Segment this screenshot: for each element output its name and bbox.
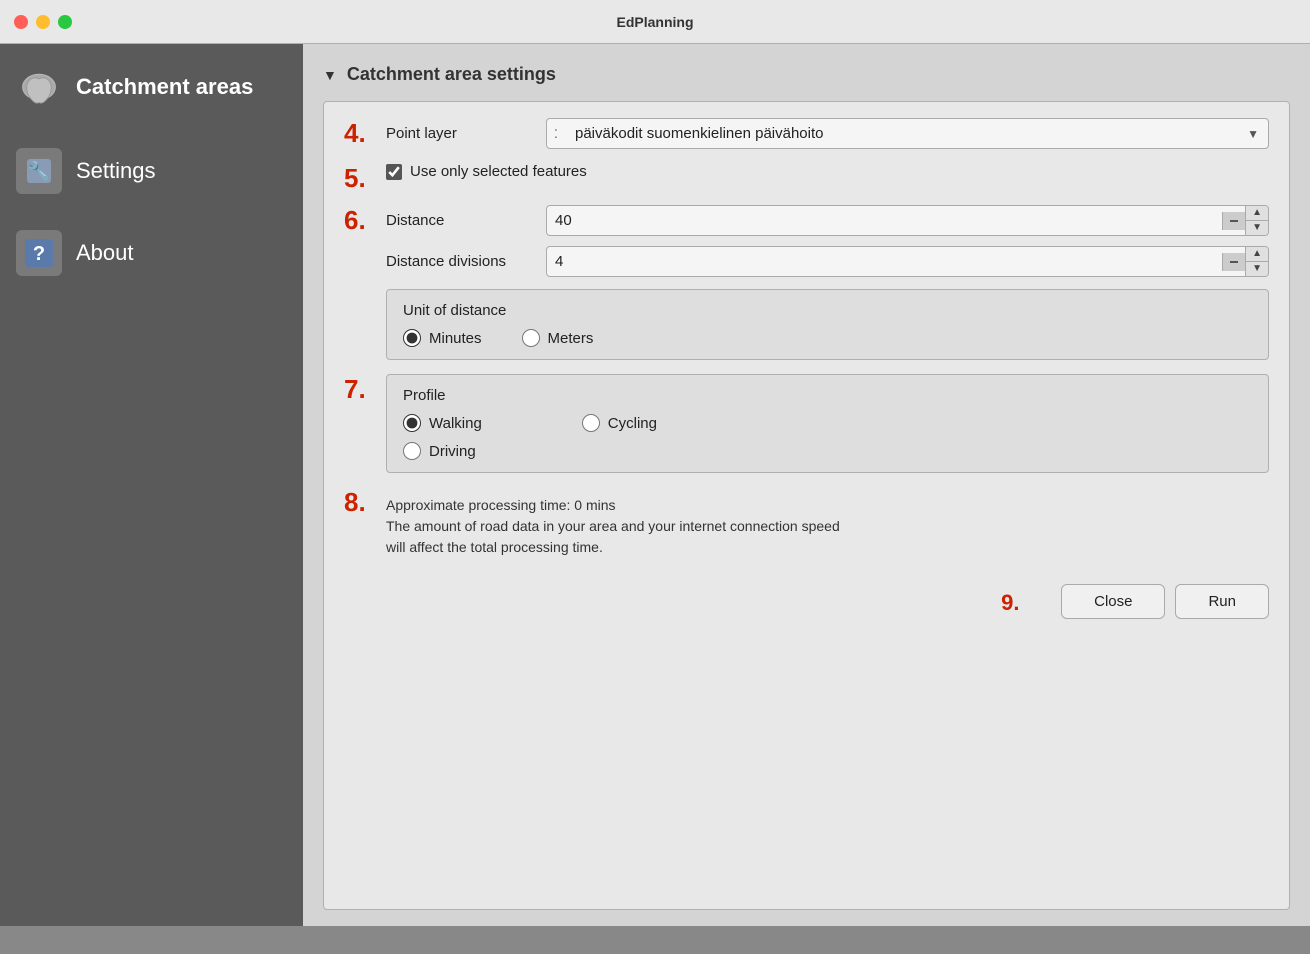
app-title: EdPlanning	[617, 14, 694, 30]
processing-time-row: 8. Approximate processing time: 0 mins T…	[344, 487, 1269, 558]
distance-divisions-input-wrapper: ▲ ▼	[546, 246, 1269, 277]
radio-minutes-label: Minutes	[429, 330, 482, 347]
svg-text:?: ?	[33, 243, 45, 265]
title-bar: EdPlanning	[0, 0, 1310, 44]
distance-divisions-label: Distance divisions	[386, 253, 536, 270]
point-layer-row: 4. Point layer ⁚ päiväkodit suomenkielin…	[344, 118, 1269, 149]
unit-of-distance-label: Unit of distance	[403, 302, 1252, 319]
step-9-label: 9.	[1001, 592, 1043, 614]
distance-label: Distance	[386, 212, 536, 229]
distance-input-wrapper: ▲ ▼	[546, 205, 1269, 236]
distance-divisions-form-row: Distance divisions ▲ ▼	[386, 246, 1269, 277]
profile-row: 7. Profile Walking	[344, 374, 1269, 473]
catchment-areas-title: Catchment areas	[76, 74, 253, 100]
sidebar-item-settings-label: Settings	[76, 158, 156, 184]
point-layer-dropdown-wrapper: ⁚ päiväkodit suomenkielinen päivähoito ▼	[546, 118, 1269, 149]
point-layer-label: Point layer	[386, 125, 536, 142]
distance-divisions-spinners: ▲ ▼	[1245, 247, 1268, 276]
radio-driving-label: Driving	[429, 443, 476, 460]
catchment-areas-icon	[16, 64, 62, 110]
radio-meters-label: Meters	[548, 330, 594, 347]
step-8-label: 8.	[344, 489, 386, 515]
profile-radio-group: Walking Cycling Driving	[403, 414, 1252, 460]
radio-meters-input[interactable]	[522, 329, 540, 347]
sidebar-item-about[interactable]: ? About	[0, 212, 303, 294]
radio-walking-input[interactable]	[403, 414, 421, 432]
step-6-label: 6.	[344, 207, 386, 233]
distance-divisions-increment-button[interactable]: ▲	[1246, 247, 1268, 262]
step-5-label: 5.	[344, 165, 386, 191]
distance-divisions-clear-button[interactable]	[1222, 253, 1245, 271]
radio-cycling-input[interactable]	[582, 414, 600, 432]
radio-minutes-input[interactable]	[403, 329, 421, 347]
settings-panel: 4. Point layer ⁚ päiväkodit suomenkielin…	[323, 101, 1290, 910]
profile-content: Profile Walking Cycling	[386, 374, 1269, 473]
window-controls	[14, 15, 72, 29]
profile-radio-row-1: Walking Cycling	[403, 414, 1252, 432]
selected-features-row: 5. Use only selected features	[344, 163, 1269, 191]
profile-label: Profile	[403, 387, 1252, 404]
use-selected-features-label: Use only selected features	[410, 163, 587, 180]
status-bar	[0, 926, 1310, 954]
radio-cycling-option[interactable]: Cycling	[582, 414, 657, 432]
run-button[interactable]: Run	[1175, 584, 1269, 619]
bottom-buttons: 9. Close Run	[344, 584, 1269, 619]
sidebar-item-about-label: About	[76, 240, 134, 266]
distance-clear-button[interactable]	[1222, 212, 1245, 230]
point-layer-select[interactable]: päiväkodit suomenkielinen päivähoito	[546, 118, 1269, 149]
profile-box: Profile Walking Cycling	[386, 374, 1269, 473]
processing-time-text3: will affect the total processing time.	[386, 537, 1269, 558]
radio-minutes-option[interactable]: Minutes	[403, 329, 482, 347]
processing-time-text1: Approximate processing time: 0 mins	[386, 495, 1269, 516]
distance-row: 6. Distance ▲ ▼	[344, 205, 1269, 360]
point-layer-content: Point layer ⁚ päiväkodit suomenkielinen …	[386, 118, 1269, 149]
sidebar: Catchment areas 🔧 Settings ? Ab	[0, 44, 303, 926]
section-header: ▼ Catchment area settings	[323, 64, 1290, 85]
distance-divisions-decrement-button[interactable]: ▼	[1246, 262, 1268, 276]
distance-content: Distance ▲ ▼	[386, 205, 1269, 360]
selected-features-content: Use only selected features	[386, 163, 1269, 180]
radio-meters-option[interactable]: Meters	[522, 329, 594, 347]
unit-of-distance-box: Unit of distance Minutes Meters	[386, 289, 1269, 360]
minimize-window-button[interactable]	[36, 15, 50, 29]
use-selected-features-checkbox[interactable]	[386, 164, 402, 180]
radio-driving-input[interactable]	[403, 442, 421, 460]
distance-divisions-input[interactable]	[547, 247, 1222, 276]
close-window-button[interactable]	[14, 15, 28, 29]
profile-radio-row-2: Driving	[403, 442, 1252, 460]
processing-time-content: Approximate processing time: 0 mins The …	[386, 495, 1269, 558]
point-layer-form-row: Point layer ⁚ päiväkodit suomenkielinen …	[386, 118, 1269, 149]
step-7-label: 7.	[344, 376, 386, 402]
maximize-window-button[interactable]	[58, 15, 72, 29]
processing-time-text2: The amount of road data in your area and…	[386, 516, 1269, 537]
unit-of-distance-section: Unit of distance Minutes Meters	[386, 289, 1269, 360]
selected-features-checkbox-row: Use only selected features	[386, 163, 1269, 180]
radio-walking-option[interactable]: Walking	[403, 414, 482, 432]
svg-text:🔧: 🔧	[28, 160, 50, 181]
sidebar-header: Catchment areas	[0, 44, 303, 130]
step-4-label: 4.	[344, 120, 386, 146]
radio-walking-label: Walking	[429, 415, 482, 432]
radio-cycling-label: Cycling	[608, 415, 657, 432]
distance-increment-button[interactable]: ▲	[1246, 206, 1268, 221]
about-icon: ?	[16, 230, 62, 276]
distance-form-row: Distance ▲ ▼	[386, 205, 1269, 236]
sidebar-item-settings[interactable]: 🔧 Settings	[0, 130, 303, 212]
radio-driving-option[interactable]: Driving	[403, 442, 476, 460]
distance-decrement-button[interactable]: ▼	[1246, 221, 1268, 235]
distance-spinners: ▲ ▼	[1245, 206, 1268, 235]
unit-radio-row: Minutes Meters	[403, 329, 1252, 347]
section-arrow-icon: ▼	[323, 67, 337, 83]
main-layout: Catchment areas 🔧 Settings ? Ab	[0, 44, 1310, 926]
close-button[interactable]: Close	[1061, 584, 1165, 619]
distance-input[interactable]	[547, 206, 1222, 235]
settings-icon: 🔧	[16, 148, 62, 194]
content-area: ▼ Catchment area settings 4. Point layer…	[303, 44, 1310, 926]
section-title: Catchment area settings	[347, 64, 556, 85]
